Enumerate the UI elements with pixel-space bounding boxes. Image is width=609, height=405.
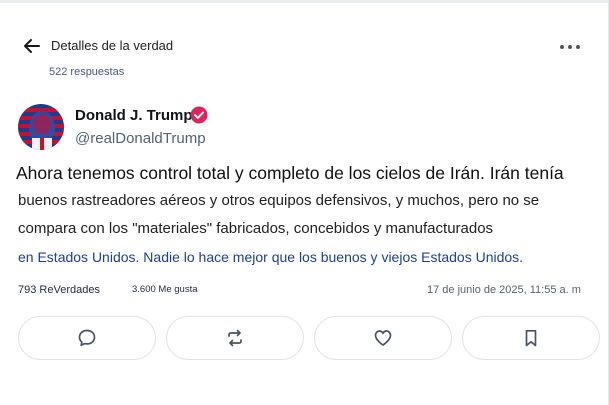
post-text-line: Ahora tenemos control total y completo d… (16, 163, 564, 183)
post-body: Ahora tenemos control total y completo d… (16, 160, 601, 270)
likes-count[interactable]: 3.600 Me gusta (132, 284, 198, 295)
heart-icon (374, 330, 392, 346)
post-text-line: buenos rastreadores aéreos y otros equip… (18, 192, 540, 209)
post-timestamp: 17 de junio de 2025, 11:55 a. m (427, 284, 581, 296)
arrow-left-icon (24, 39, 40, 53)
retruth-button[interactable] (166, 316, 304, 360)
avatar[interactable] (18, 104, 64, 150)
reverdades-count[interactable]: 793 ReVerdades (18, 284, 100, 296)
avatar-portrait-icon (18, 104, 64, 150)
post-stats: 793 ReVerdades 3.600 Me gusta 17 de juni… (18, 284, 598, 300)
back-button[interactable] (20, 34, 44, 58)
bookmark-icon (525, 329, 537, 347)
replies-count[interactable]: 522 respuestas (49, 66, 124, 78)
post-text-line: en Estados Unidos. Nadie lo hace mejor q… (18, 249, 524, 265)
window-top-border (0, 0, 609, 3)
post-text-line: compara con los "materiales" fabricados,… (18, 220, 494, 237)
page-title: Detalles de la verdad (51, 38, 174, 53)
like-button[interactable] (314, 316, 452, 360)
author-name[interactable]: Donald J. Trump (75, 107, 193, 124)
post-author: Donald J. Trump @realDonaldTrump (18, 104, 578, 150)
page-header: Detalles de la verdad 522 respuestas (0, 28, 609, 88)
author-handle[interactable]: @realDonaldTrump (75, 130, 206, 147)
post-actions (18, 316, 600, 360)
bookmark-button[interactable] (462, 316, 600, 360)
more-options-button[interactable] (556, 36, 584, 58)
verified-badge-icon (190, 106, 208, 124)
retruth-icon (228, 329, 242, 347)
reply-bubble-icon (78, 329, 96, 347)
reply-button[interactable] (18, 316, 156, 360)
more-horizontal-icon (560, 45, 580, 49)
